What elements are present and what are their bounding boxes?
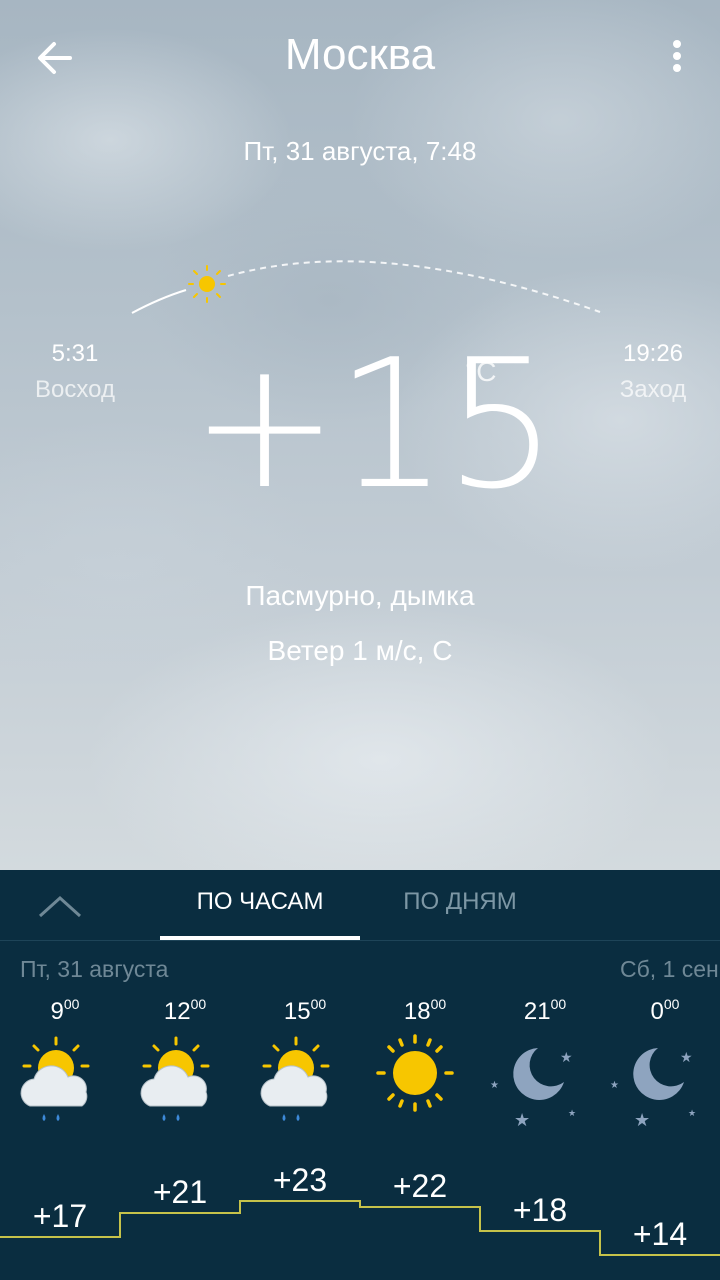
sun-path-arc [131,260,601,314]
sun-position-icon [188,265,226,303]
sun-icon [376,1034,454,1112]
sunset-label: Заход [619,376,687,403]
weather-background: Москва Пт, 31 августа, 7:48 5:31 Восход … [0,0,720,870]
svg-text:★: ★ [568,1108,576,1118]
svg-text:★: ★ [490,1080,499,1091]
weather-condition: Пасмурно, дымка [245,580,475,611]
hour-label: 1200 [163,996,207,1025]
current-temperature: +15 [190,321,558,528]
hour-label: 1800 [403,996,447,1025]
hour-label: 900 [50,996,80,1025]
arrow-left-icon [38,42,72,74]
svg-text:★: ★ [680,1049,693,1065]
sun-cloud-rain-icon [260,1036,330,1121]
hour-label: 000 [650,996,680,1025]
moon-stars-icon: ★ ★ ★ ★ [610,1048,696,1130]
more-vertical-icon [673,40,681,72]
sun-cloud-rain-icon [20,1036,90,1121]
wind-info: Ветер 1 м/с, С [267,635,453,666]
tab-divider [0,940,720,941]
overflow-menu-button[interactable] [660,34,694,82]
city-title: Москва [284,30,436,79]
temperature-unit: °C [465,356,497,387]
day-label-tomorrow: Сб, 1 сен [620,956,719,982]
forecast-panel: ПО ЧАСАМ ПО ДНЯМ Пт, 31 августа Сб, 1 се… [0,870,720,1280]
day-label-today: Пт, 31 августа [20,956,169,982]
sun-cloud-rain-icon [140,1036,210,1121]
moon-stars-icon: ★ ★ ★ ★ [490,1048,576,1130]
hour-label: 1500 [283,996,327,1025]
sunrise-label: Восход [35,376,115,403]
tab-hourly[interactable]: ПО ЧАСАМ [160,888,360,916]
collapse-panel-button[interactable] [30,886,90,930]
svg-text:★: ★ [514,1110,530,1130]
svg-text:★: ★ [688,1108,696,1118]
current-datetime: Пт, 31 августа, 7:48 [243,136,477,166]
chevron-up-icon [38,895,82,918]
hour-label: 2100 [523,996,567,1025]
svg-text:★: ★ [610,1080,619,1091]
tab-daily[interactable]: ПО ДНЯМ [360,888,560,916]
svg-text:★: ★ [560,1049,573,1065]
svg-text:★: ★ [634,1110,650,1130]
back-button[interactable] [30,34,82,82]
sunset-time: 19:26 [622,340,684,367]
sunrise-time: 5:31 [51,340,99,367]
temperature-step-graph [0,1200,720,1256]
